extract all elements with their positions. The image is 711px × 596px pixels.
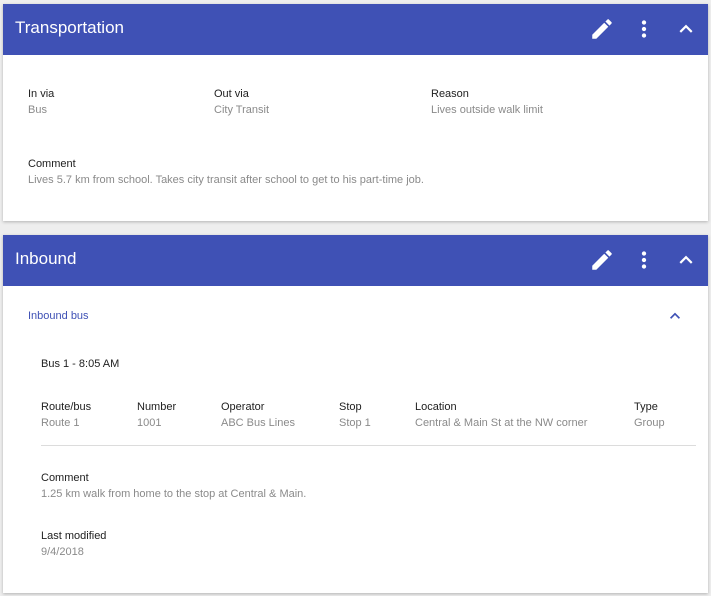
edit-transportation-button[interactable] — [589, 16, 615, 42]
more-inbound-button[interactable] — [631, 247, 657, 273]
collapse-transportation-button[interactable] — [673, 16, 699, 42]
in-via-label: In via — [28, 88, 55, 100]
chevron-up-icon — [679, 255, 693, 264]
reason-value: Lives outside walk limit — [431, 104, 543, 116]
chevron-up-icon — [679, 24, 693, 33]
type-value: Group — [634, 417, 665, 429]
operator-value: ABC Bus Lines — [221, 417, 295, 429]
location-label: Location — [415, 401, 457, 413]
reason-label: Reason — [431, 88, 469, 100]
operator-label: Operator — [221, 401, 265, 413]
route-bus-value: Route 1 — [41, 417, 80, 429]
in-via-value: Bus — [28, 104, 47, 116]
transportation-comment-label: Comment — [28, 158, 76, 170]
transportation-card: Transportation In via Bus Out via City T… — [3, 4, 708, 221]
out-via-label: Out via — [214, 88, 249, 100]
transportation-title: Transportation — [15, 18, 124, 37]
last-modified-label: Last modified — [41, 530, 107, 542]
number-label: Number — [137, 401, 177, 413]
inbound-comment-label: Comment — [41, 472, 89, 484]
inbound-title: Inbound — [15, 249, 77, 268]
pencil-icon — [592, 250, 612, 270]
bus-title: Bus 1 - 8:05 AM — [41, 358, 120, 370]
pencil-icon — [592, 19, 612, 39]
collapse-inbound-button[interactable] — [673, 247, 699, 273]
inbound-card: Inbound Inbound bus Bus 1 - 8:05 AM Rout… — [3, 235, 708, 593]
inbound-bus-toggle[interactable]: Inbound bus — [28, 310, 89, 322]
last-modified-value: 9/4/2018 — [41, 546, 84, 558]
route-bus-label: Route/bus — [41, 401, 92, 413]
chevron-up-icon — [670, 312, 680, 319]
location-value: Central & Main St at the NW corner — [415, 417, 588, 429]
type-label: Type — [634, 401, 658, 413]
stop-value: Stop 1 — [339, 417, 371, 429]
collapse-inbound-bus-button[interactable] — [665, 306, 685, 326]
more-transportation-button[interactable] — [631, 16, 657, 42]
transportation-comment-value: Lives 5.7 km from school. Takes city tra… — [28, 174, 424, 186]
out-via-value: City Transit — [214, 104, 270, 116]
divider — [41, 445, 696, 446]
inbound-comment-value: 1.25 km walk from home to the stop at Ce… — [41, 488, 307, 500]
more-vert-icon — [641, 20, 647, 38]
stop-label: Stop — [339, 401, 362, 413]
inbound-header: Inbound — [3, 235, 708, 286]
transportation-header: Transportation — [3, 4, 708, 55]
more-vert-icon — [641, 251, 647, 269]
edit-inbound-button[interactable] — [589, 247, 615, 273]
number-value: 1001 — [137, 417, 162, 429]
